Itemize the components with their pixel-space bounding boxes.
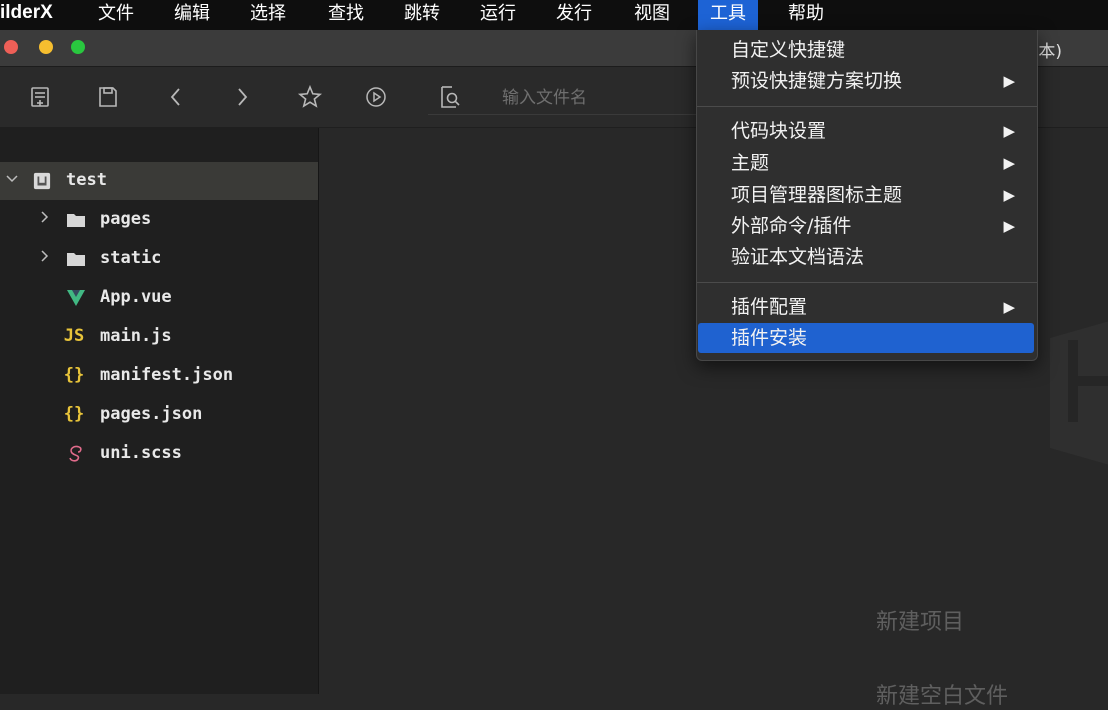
project-icon [32, 171, 52, 191]
vue-file-icon [66, 288, 86, 308]
star-icon[interactable] [296, 83, 324, 111]
menu-item-explorer-icon-theme[interactable]: 项目管理器图标主题 ▶ [697, 180, 1037, 210]
scss-file-icon [66, 444, 86, 464]
tree-label: test [66, 170, 107, 190]
menu-item-label: 项目管理器图标主题 [731, 184, 903, 206]
zoom-window-button[interactable] [71, 40, 85, 54]
new-blank-file-link[interactable]: 新建空白文件 [876, 678, 1008, 710]
chevron-right-icon[interactable] [36, 248, 52, 264]
new-project-link[interactable]: 新建项目 [876, 604, 964, 636]
tree-file-main-js[interactable]: JS main.js [0, 318, 318, 356]
tree-root-test[interactable]: test [0, 162, 318, 200]
submenu-arrow-icon: ▶ [1003, 186, 1015, 204]
submenu-arrow-icon: ▶ [1003, 154, 1015, 172]
menu-select[interactable]: 选择 [240, 0, 296, 30]
menu-item-label: 验证本文档语法 [731, 246, 865, 268]
project-explorer: test pages static App.vue JS main.js {} … [0, 128, 319, 694]
menu-goto[interactable]: 跳转 [394, 0, 450, 30]
file-search-input[interactable] [500, 81, 694, 115]
run-icon[interactable] [362, 83, 390, 111]
tools-dropdown-menu: 自定义快捷键 预设快捷键方案切换 ▶ 代码块设置 ▶ 主题 ▶ 项目管理器图标主… [696, 30, 1038, 361]
menu-item-label: 插件安装 [731, 327, 808, 349]
menu-item-label: 插件配置 [731, 296, 808, 318]
menu-run[interactable]: 运行 [470, 0, 526, 30]
tree-file-uni-scss[interactable]: uni.scss [0, 435, 318, 473]
minimize-window-button[interactable] [39, 40, 53, 54]
menu-file[interactable]: 文件 [88, 0, 144, 30]
menu-publish[interactable]: 发行 [546, 0, 602, 30]
menu-item-custom-shortcuts[interactable]: 自定义快捷键 [697, 35, 1037, 65]
forward-icon[interactable] [228, 83, 256, 111]
tree-file-manifest-json[interactable]: {} manifest.json [0, 357, 318, 395]
save-icon[interactable] [94, 83, 122, 111]
folder-icon [66, 249, 86, 269]
submenu-arrow-icon: ▶ [1003, 217, 1015, 235]
menu-separator [697, 106, 1037, 107]
menu-view[interactable]: 视图 [624, 0, 680, 30]
new-file-icon[interactable] [26, 83, 54, 111]
menu-tools[interactable]: 工具 [698, 0, 758, 30]
menu-separator [697, 282, 1037, 283]
tree-label: uni.scss [100, 443, 182, 463]
menu-item-label: 主题 [731, 152, 770, 174]
menu-item-theme[interactable]: 主题 ▶ [697, 148, 1037, 178]
search-file-icon[interactable] [436, 83, 464, 111]
app-name[interactable]: ilderX [0, 2, 53, 24]
menu-item-label: 预设快捷键方案切换 [731, 70, 903, 92]
tree-file-app-vue[interactable]: App.vue [0, 279, 318, 317]
window-title: 本) [1038, 42, 1062, 62]
tree-file-pages-json[interactable]: {} pages.json [0, 396, 318, 434]
menu-item-plugin-config[interactable]: 插件配置 ▶ [697, 292, 1037, 322]
menu-item-shortcut-scheme[interactable]: 预设快捷键方案切换 ▶ [697, 66, 1037, 96]
menu-item-validate-syntax[interactable]: 验证本文档语法 [697, 242, 1037, 272]
json-file-icon: {} [63, 404, 85, 424]
menu-item-label: 代码块设置 [731, 120, 827, 142]
search-underline [428, 114, 698, 115]
tree-label: App.vue [100, 287, 172, 307]
menu-item-label: 自定义快捷键 [731, 39, 846, 61]
tree-folder-static[interactable]: static [0, 240, 318, 278]
menu-item-snippet-settings[interactable]: 代码块设置 ▶ [697, 116, 1037, 146]
tree-label: main.js [100, 326, 172, 346]
back-icon[interactable] [162, 83, 190, 111]
menu-item-plugin-install[interactable]: 插件安装 [698, 323, 1034, 353]
hbuilder-logo-watermark [1050, 321, 1108, 465]
chevron-down-icon[interactable] [4, 170, 20, 186]
menu-item-label: 外部命令/插件 [731, 215, 852, 237]
menubar: ilderX 文件 编辑 选择 查找 跳转 运行 发行 视图 工具 帮助 [0, 0, 1108, 30]
tree-label: static [100, 248, 162, 268]
json-file-icon: {} [63, 365, 85, 385]
tree-label: manifest.json [100, 365, 234, 385]
menu-help[interactable]: 帮助 [778, 0, 834, 30]
tree-label: pages [100, 209, 152, 229]
submenu-arrow-icon: ▶ [1003, 298, 1015, 316]
menu-edit[interactable]: 编辑 [164, 0, 220, 30]
chevron-right-icon[interactable] [36, 209, 52, 225]
tree-label: pages.json [100, 404, 203, 424]
folder-icon [66, 210, 86, 230]
tree-folder-pages[interactable]: pages [0, 201, 318, 239]
close-window-button[interactable] [4, 40, 18, 54]
menu-find[interactable]: 查找 [318, 0, 374, 30]
js-file-icon: JS [63, 326, 85, 346]
menu-item-external-commands[interactable]: 外部命令/插件 ▶ [697, 211, 1037, 241]
submenu-arrow-icon: ▶ [1003, 122, 1015, 140]
submenu-arrow-icon: ▶ [1003, 72, 1015, 90]
